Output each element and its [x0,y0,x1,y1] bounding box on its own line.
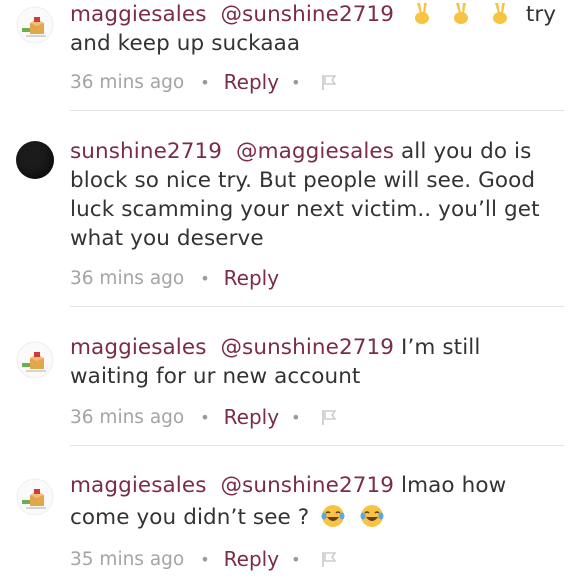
tears-of-joy-icon [320,505,391,530]
box-logo-icon [16,341,54,379]
avatar[interactable] [16,6,54,44]
comment-meta: 36 mins ago • Reply [70,264,279,292]
comment-body: maggiesales @sunshine2719 I’m still wait… [70,333,570,391]
reply-button[interactable]: Reply [224,266,279,290]
flag-icon[interactable] [319,407,339,427]
comment-meta: 36 mins ago • Reply • [70,403,339,431]
mention-link[interactable]: @sunshine2719 [220,2,394,27]
comment-line: maggiesales @sunshine2719 try [70,0,570,29]
mention-link[interactable]: @sunshine2719 [220,335,394,360]
comment-body: maggiesales @sunshine2719 try and keep u… [70,0,570,58]
comment-text: I’m still [401,335,481,360]
separator-dot: • [200,407,210,427]
avatar[interactable] [16,341,54,379]
box-logo-icon [16,478,54,516]
comment-divider [70,306,564,307]
comment-line: maggiesales @sunshine2719 I’m still [70,333,570,362]
username-link[interactable]: maggiesales [70,473,207,498]
comment-divider [70,110,564,111]
comment-text: lmao how [401,473,507,498]
flag-icon[interactable] [319,549,339,569]
reply-button[interactable]: Reply [224,405,279,429]
comment-text: all you do is [401,139,532,164]
separator-dot: • [291,72,301,92]
comment-body: sunshine2719 @maggiesales all you do is … [70,137,570,253]
comment-divider [70,445,564,446]
box-logo-icon [16,6,54,44]
comment-line: come you didn’t see ? [70,503,570,532]
comment-meta: 36 mins ago • Reply • [70,68,339,96]
comment-text: come you didn’t see ? [70,505,310,530]
avatar[interactable] [16,478,54,516]
username-link[interactable]: sunshine2719 [70,139,222,164]
mention-link[interactable]: @sunshine2719 [220,473,394,498]
comment-text: and keep up suckaaa [70,31,301,56]
reply-button[interactable]: Reply [224,70,279,94]
timestamp: 36 mins ago [70,267,185,289]
separator-dot: • [200,549,210,569]
comment-meta: 35 mins ago • Reply • [70,545,339,573]
mention-link[interactable]: @maggiesales [236,139,394,164]
comment-text: what you deserve [70,226,264,251]
timestamp: 36 mins ago [70,71,185,93]
timestamp: 36 mins ago [70,406,185,428]
separator-dot: • [291,407,301,427]
comment-text: luck scamming your next victim.. you’ll … [70,197,540,222]
victory-hand-icon [409,2,526,27]
separator-dot: • [200,72,210,92]
username-link[interactable]: maggiesales [70,2,207,27]
comment-text: block so nice try. But people will see. … [70,168,536,193]
separator-dot: • [200,268,210,288]
reply-button[interactable]: Reply [224,547,279,571]
timestamp: 35 mins ago [70,548,185,570]
comment-line: sunshine2719 @maggiesales all you do is [70,137,570,166]
comment-text: try [525,2,557,27]
avatar[interactable] [16,141,54,179]
comment-line: maggiesales @sunshine2719 lmao how [70,471,570,500]
separator-dot: • [291,549,301,569]
username-link[interactable]: maggiesales [70,335,207,360]
comment-text: waiting for ur new account [70,364,361,389]
flag-icon[interactable] [319,72,339,92]
comment-body: maggiesales @sunshine2719 lmao how come … [70,471,570,532]
